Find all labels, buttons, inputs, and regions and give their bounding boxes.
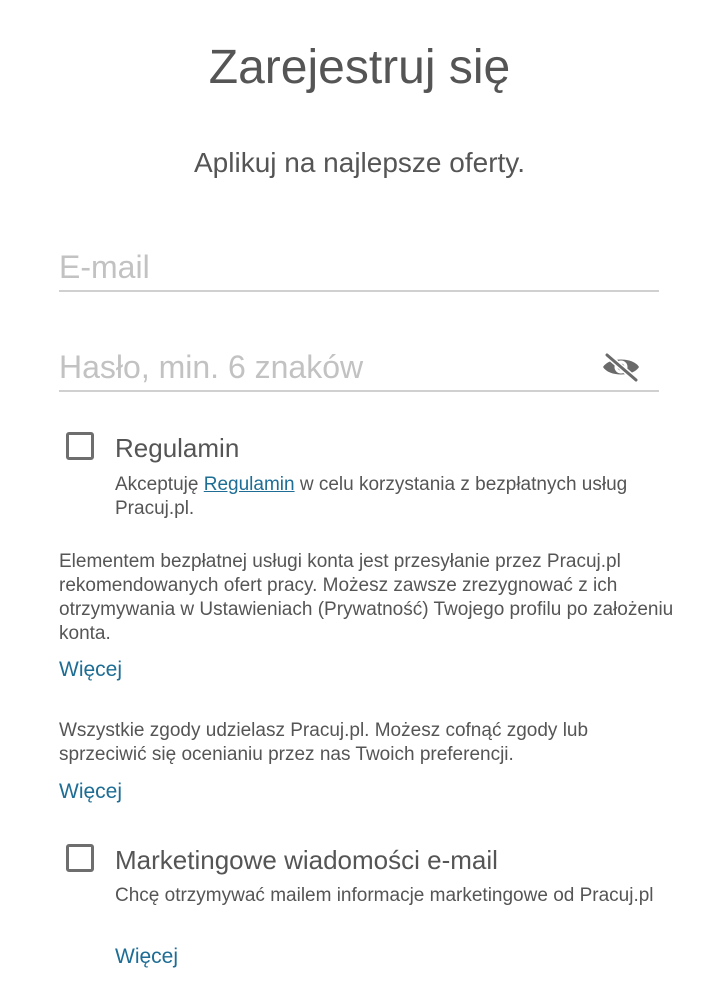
terms-label[interactable]: Regulamin	[115, 432, 239, 464]
password-input[interactable]	[59, 349, 589, 386]
recommendations-info-text: Elementem bezpłatnej usługi konta jest p…	[59, 551, 674, 644]
more-link-consents[interactable]: Więcej	[59, 779, 122, 805]
consents-info-text: Wszystkie zgody udzielasz Pracuj.pl. Moż…	[59, 720, 589, 765]
terms-checkbox[interactable]	[66, 432, 94, 460]
marketing-label[interactable]: Marketingowe wiadomości e-mail	[115, 844, 498, 876]
register-page: Zarejestruj się Aplikuj na najlepsze ofe…	[0, 0, 719, 989]
terms-link[interactable]: Regulamin	[204, 474, 295, 495]
terms-description: Akceptuję Regulamin w celu korzystania z…	[115, 473, 675, 521]
email-field-container	[59, 238, 659, 292]
email-input[interactable]	[59, 249, 589, 286]
more-link-recommendations[interactable]: Więcej	[59, 657, 122, 683]
marketing-description: Chcę otrzymywać mailem informacje market…	[115, 885, 654, 906]
eye-slash-icon[interactable]	[601, 352, 641, 383]
page-title: Zarejestruj się	[208, 41, 511, 94]
terms-desc-before: Akceptuję	[115, 474, 204, 495]
marketing-checkbox[interactable]	[66, 844, 94, 872]
more-link-marketing[interactable]: Więcej	[115, 944, 178, 970]
password-field-container	[59, 338, 659, 392]
page-subtitle: Aplikuj na najlepsze oferty.	[194, 147, 525, 178]
